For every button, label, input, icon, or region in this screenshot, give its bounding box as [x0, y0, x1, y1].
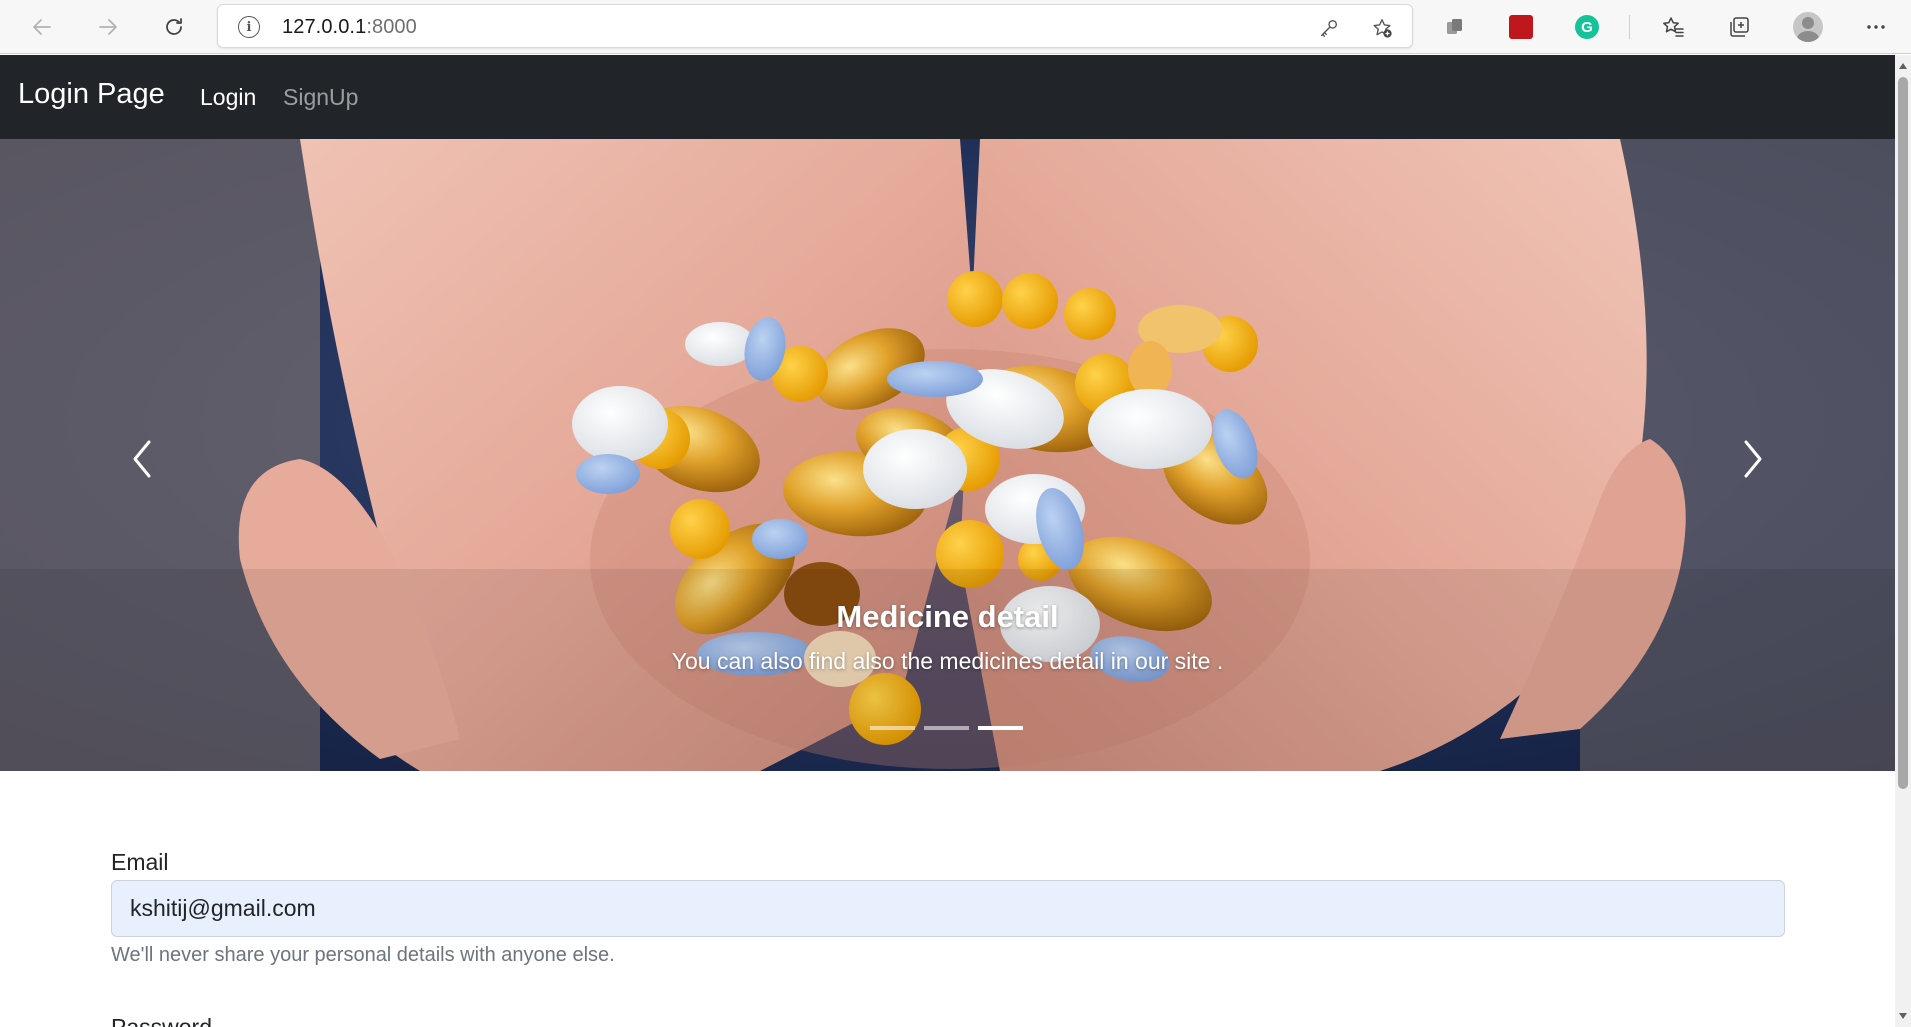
forward-button[interactable]	[90, 9, 126, 45]
url-host: 127.0.0.1	[282, 16, 367, 38]
extension-icon	[1447, 19, 1462, 34]
grammarly-extension-button[interactable]: G	[1569, 9, 1605, 45]
url-port: :8000	[366, 16, 417, 38]
caption-title: Medicine detail	[836, 599, 1059, 634]
pdf-icon	[1509, 15, 1533, 39]
navbar-brand[interactable]: Login Page	[18, 78, 165, 111]
hero-carousel: Medicine detail You can also find also t…	[0, 139, 1895, 771]
toolbar-divider	[1629, 15, 1630, 39]
pdf-extension-button[interactable]	[1503, 9, 1539, 45]
caption-text: You can also find also the medicines det…	[671, 648, 1224, 674]
navbar: Login Page Login SignUp	[0, 55, 1895, 139]
carousel-prev-button[interactable]	[112, 429, 172, 489]
browser-toolbar: i 127.0.0.1:8000 G	[0, 0, 1911, 54]
profile-button[interactable]	[1790, 9, 1826, 45]
carousel-image	[0, 139, 1895, 771]
password-key-button[interactable]	[1315, 14, 1343, 42]
arrow-left-icon	[33, 19, 51, 35]
back-button[interactable]	[24, 9, 60, 45]
arrow-right-icon	[99, 19, 117, 35]
reload-icon	[166, 18, 182, 35]
address-bar[interactable]: i 127.0.0.1:8000	[217, 4, 1413, 48]
email-label: Email	[111, 849, 169, 875]
key-icon	[1320, 19, 1338, 37]
collections-button[interactable]	[1721, 9, 1757, 45]
carousel-indicator-3[interactable]	[978, 726, 1023, 730]
settings-menu-button[interactable]	[1858, 9, 1894, 45]
extension-button[interactable]	[1437, 9, 1473, 45]
favorites-icon	[1663, 17, 1684, 37]
carousel-indicator-2[interactable]	[924, 726, 969, 730]
collections-icon	[1730, 17, 1749, 37]
nav-link-signup[interactable]: SignUp	[283, 84, 358, 111]
scroll-up-icon[interactable]	[1899, 63, 1907, 69]
url-text[interactable]: 127.0.0.1:8000	[282, 16, 417, 39]
nav-link-login[interactable]: Login	[200, 84, 256, 111]
carousel-indicator-1[interactable]	[870, 726, 915, 730]
email-field[interactable]	[111, 880, 1785, 937]
password-label: Password	[111, 1014, 212, 1027]
add-favorite-button[interactable]	[1368, 14, 1396, 42]
carousel-indicators	[870, 726, 1023, 730]
scroll-thumb[interactable]	[1898, 77, 1908, 789]
reload-button[interactable]	[156, 9, 192, 45]
carousel-caption: Medicine detail You can also find also t…	[0, 599, 1895, 675]
carousel-next-button[interactable]	[1723, 429, 1783, 489]
favorites-button[interactable]	[1655, 9, 1691, 45]
email-help-text: We'll never share your personal details …	[111, 944, 615, 966]
avatar	[1793, 12, 1823, 42]
page-scrollbar[interactable]	[1895, 55, 1911, 1027]
grammarly-icon: G	[1575, 15, 1599, 39]
chevron-left-icon	[133, 440, 151, 478]
star-plus-icon	[1373, 19, 1392, 38]
info-icon[interactable]: i	[238, 16, 260, 38]
more-icon	[1867, 25, 1885, 29]
scroll-down-icon[interactable]	[1899, 1013, 1907, 1019]
chevron-right-icon	[1744, 440, 1762, 478]
